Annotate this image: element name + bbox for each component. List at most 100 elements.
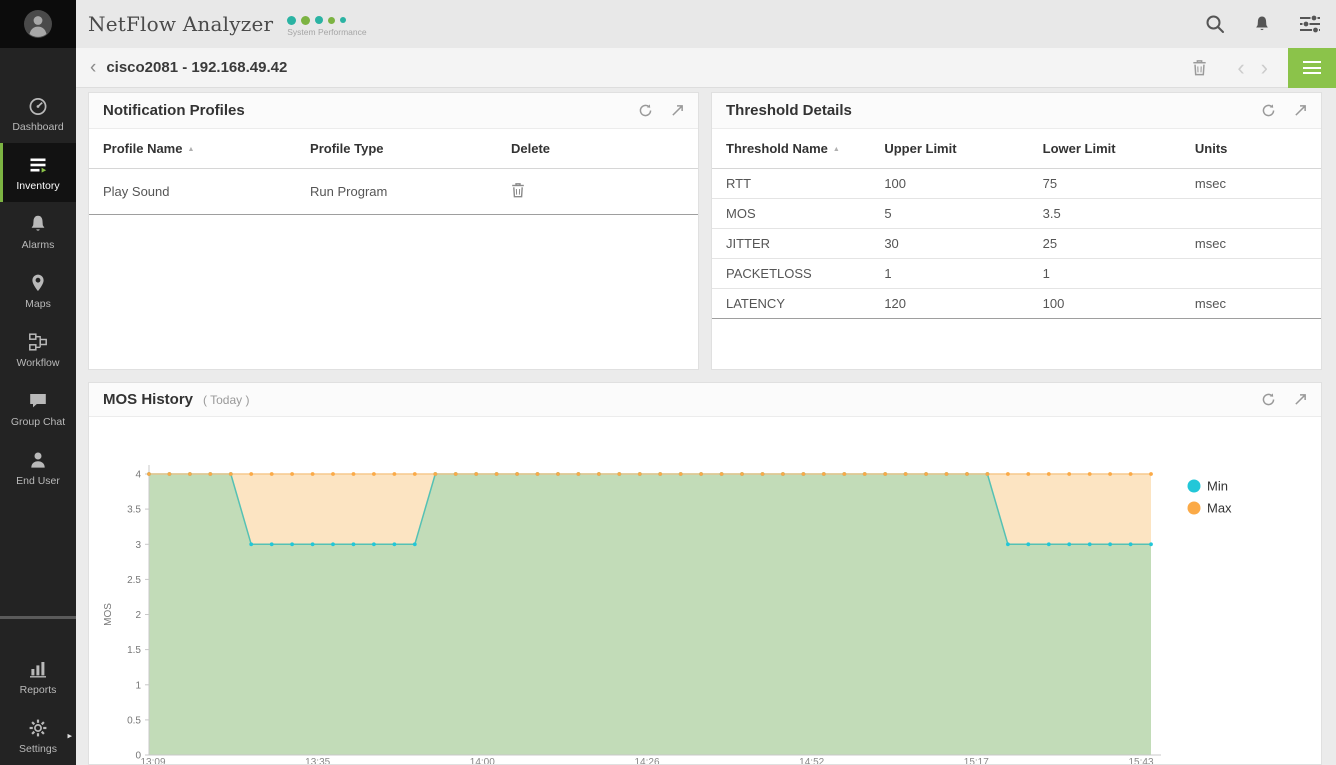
max-point <box>270 472 274 476</box>
device-title: cisco2081 - 192.168.49.42 <box>106 59 287 76</box>
threshold-details-table-wrap: Threshold Name▲Upper LimitLower LimitUni… <box>712 129 1321 319</box>
y-tick-label: 2 <box>135 610 141 621</box>
refresh-icon[interactable] <box>1261 392 1276 407</box>
delete-device-icon[interactable] <box>1192 59 1207 76</box>
legend-item-max[interactable]: Max <box>1188 501 1233 516</box>
table-cell: msec <box>1181 229 1321 259</box>
notification-profiles-header: Notification Profiles <box>89 93 698 129</box>
device-menu-button[interactable] <box>1288 48 1336 88</box>
min-point <box>1047 542 1051 546</box>
back-chevron-icon[interactable]: ‹ <box>90 58 96 77</box>
min-point <box>1026 542 1030 546</box>
max-point <box>597 472 601 476</box>
min-point <box>393 542 397 546</box>
prev-device-icon[interactable]: ‹ <box>1229 57 1252 79</box>
sidebar-item-end-user[interactable]: End User <box>0 438 76 497</box>
min-point <box>270 542 274 546</box>
bell-icon[interactable] <box>1252 13 1272 35</box>
max-point <box>720 472 724 476</box>
brand-meta: System Performance <box>287 11 366 37</box>
min-point <box>331 542 335 546</box>
max-point <box>454 472 458 476</box>
panel-subtitle: ( Today ) <box>203 393 249 407</box>
max-point <box>474 472 478 476</box>
max-point <box>617 472 621 476</box>
y-tick-label: 3.5 <box>127 505 141 516</box>
area-chart-svg: 00.511.522.533.5413:0913:3514:0014:2614:… <box>89 417 1322 765</box>
avatar[interactable] <box>0 0 76 48</box>
sidebar-item-dashboard[interactable]: Dashboard <box>0 84 76 143</box>
max-point <box>842 472 846 476</box>
column-header[interactable]: Upper Limit <box>870 129 1028 169</box>
sort-asc-icon: ▲ <box>187 146 194 153</box>
max-point <box>311 472 315 476</box>
mos-history-panel: MOS History ( Today ) 00.511.522.533.541… <box>88 382 1322 765</box>
alarms-icon <box>27 213 49 235</box>
min-point <box>413 542 417 546</box>
sidebar-item-label: End User <box>16 475 60 487</box>
max-point <box>658 472 662 476</box>
refresh-icon[interactable] <box>1261 103 1276 118</box>
max-point <box>331 472 335 476</box>
mos-history-header: MOS History ( Today ) <box>89 383 1321 417</box>
x-tick-label: 14:52 <box>799 757 824 765</box>
sidebar-item-workflow[interactable]: Workflow <box>0 320 76 379</box>
max-point <box>229 472 233 476</box>
submenu-arrow-icon: ▸ <box>67 730 72 741</box>
expand-icon[interactable] <box>671 104 684 117</box>
sidebar-item-inventory[interactable]: Inventory <box>0 143 76 202</box>
max-point <box>536 472 540 476</box>
y-axis-title: MOS <box>103 603 114 626</box>
next-device-icon[interactable]: › <box>1253 57 1276 79</box>
sidebar-item-settings[interactable]: Settings ▸ <box>0 706 76 765</box>
column-header[interactable]: Threshold Name▲ <box>712 129 870 169</box>
sidebar-item-label: Reports <box>20 684 57 696</box>
sidebar-item-label: Settings <box>19 743 57 755</box>
sidebar-item-alarms[interactable]: Alarms <box>0 202 76 261</box>
table-cell: Run Program <box>296 169 497 215</box>
sidebar-spacer <box>0 497 76 616</box>
sidebar-item-label: Maps <box>25 298 51 310</box>
y-tick-label: 1.5 <box>127 645 141 656</box>
expand-icon[interactable] <box>1294 104 1307 117</box>
sidebar-item-label: Group Chat <box>11 416 65 428</box>
refresh-icon[interactable] <box>638 103 653 118</box>
column-header[interactable]: Lower Limit <box>1029 129 1181 169</box>
svg-text:Min: Min <box>1207 479 1228 494</box>
max-point <box>495 472 499 476</box>
sidebar-nav: Dashboard Inventory Alarms Maps Workflow Grou… <box>0 48 76 497</box>
x-tick-label: 15:17 <box>964 757 989 765</box>
sidebar-item-label: Alarms <box>22 239 55 251</box>
table-cell: PACKETLOSS <box>712 259 870 289</box>
sidebar-item-reports[interactable]: Reports <box>0 647 76 706</box>
y-tick-label: 1 <box>135 680 141 691</box>
delete-row-icon[interactable] <box>511 186 525 201</box>
sidebar-item-label: Inventory <box>16 180 59 192</box>
max-point <box>290 472 294 476</box>
max-point <box>168 472 172 476</box>
max-point <box>822 472 826 476</box>
sidebar-item-group-chat[interactable]: Group Chat <box>0 379 76 438</box>
column-header[interactable]: Profile Name▲ <box>89 129 296 169</box>
panel-actions <box>1261 392 1307 407</box>
table-cell <box>1181 259 1321 289</box>
x-tick-label: 15:43 <box>1128 757 1153 765</box>
column-header[interactable]: Units <box>1181 129 1321 169</box>
main-column: NetFlow Analyzer System Performance <box>76 0 1336 765</box>
expand-icon[interactable] <box>1294 393 1307 406</box>
user-avatar-icon <box>22 8 54 40</box>
max-point <box>781 472 785 476</box>
max-point <box>1067 472 1071 476</box>
column-header[interactable]: Delete <box>497 129 698 169</box>
max-point <box>188 472 192 476</box>
app-window: Dashboard Inventory Alarms Maps Workflow Grou… <box>0 0 1336 765</box>
legend-item-min[interactable]: Min <box>1188 479 1228 494</box>
min-point <box>1088 542 1092 546</box>
min-point <box>1067 542 1071 546</box>
column-header[interactable]: Profile Type <box>296 129 497 169</box>
panel-title: Notification Profiles <box>103 102 245 119</box>
sidebar-item-maps[interactable]: Maps <box>0 261 76 320</box>
sliders-icon[interactable] <box>1298 14 1322 34</box>
search-icon[interactable] <box>1204 13 1226 35</box>
max-point <box>638 472 642 476</box>
